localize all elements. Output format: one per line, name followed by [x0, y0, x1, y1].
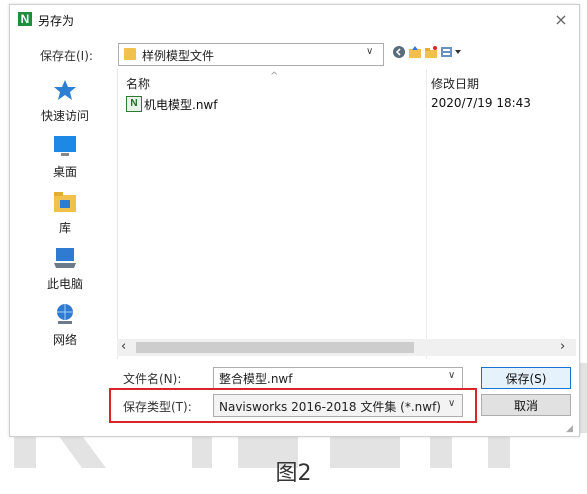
dialog-title: 另存为 — [38, 14, 75, 28]
file-row[interactable]: N 机电模型.nwf 2020/7/19 18:43 — [124, 95, 564, 113]
title-bar: N 另存为 × — [10, 5, 579, 35]
save-as-dialog: N 另存为 × 保存在(I): 样例模型文件 ∨ 快速访问 桌面 库 此电脑 网… — [9, 4, 580, 437]
file-name: 机电模型.nwf — [144, 98, 218, 112]
chevron-down-icon[interactable]: ∨ — [448, 370, 455, 381]
library-icon — [52, 191, 78, 213]
close-button[interactable]: × — [550, 9, 572, 31]
place-this-pc[interactable]: 此电脑 — [16, 245, 114, 301]
column-header-name[interactable]: 名称 — [126, 75, 150, 92]
scroll-left-icon[interactable]: ‹ — [121, 339, 126, 354]
resize-grip-icon[interactable]: ◢ — [566, 424, 573, 434]
place-library[interactable]: 库 — [16, 189, 114, 245]
place-label: 库 — [58, 221, 71, 235]
new-folder-icon[interactable] — [424, 45, 438, 62]
filename-input[interactable]: 整合模型.nwf ∨ — [213, 367, 463, 389]
scroll-right-icon[interactable]: › — [560, 339, 565, 354]
computer-icon — [52, 247, 78, 269]
folder-icon — [124, 48, 136, 60]
horizontal-scrollbar[interactable]: ‹ › — [117, 339, 576, 356]
place-label: 快速访问 — [40, 109, 89, 123]
place-quick-access[interactable]: 快速访问 — [16, 77, 114, 133]
file-date: 2020/7/19 18:43 — [431, 96, 531, 110]
back-icon[interactable] — [392, 45, 406, 62]
scrollbar-thumb[interactable] — [136, 342, 414, 353]
place-label: 桌面 — [52, 165, 77, 179]
annotation-highlight-box — [109, 388, 477, 423]
nwf-file-icon: N — [126, 96, 142, 112]
sort-ascending-icon: ^ — [270, 71, 279, 82]
view-menu-icon[interactable] — [440, 45, 462, 62]
places-bar: 快速访问 桌面 库 此电脑 网络 — [16, 69, 114, 347]
network-icon — [52, 303, 78, 325]
filename-value: 整合模型.nwf — [219, 372, 293, 386]
place-desktop[interactable]: 桌面 — [16, 133, 114, 189]
place-network[interactable]: 网络 — [16, 301, 114, 357]
save-in-value: 样例模型文件 — [142, 49, 215, 63]
cancel-button[interactable]: 取消 — [481, 394, 571, 416]
place-label: 此电脑 — [46, 277, 83, 291]
app-logo-icon: N — [18, 12, 32, 26]
save-in-combobox[interactable]: 样例模型文件 ∨ — [118, 43, 384, 66]
save-in-label: 保存在(I): — [40, 49, 93, 63]
filename-label: 文件名(N): — [123, 372, 182, 386]
file-list[interactable]: 名称 ^ 修改日期 N 机电模型.nwf 2020/7/19 18:43 — [117, 69, 577, 359]
star-icon — [52, 79, 78, 101]
column-header-date[interactable]: 修改日期 — [431, 75, 479, 92]
chevron-down-icon: ∨ — [366, 46, 374, 57]
figure-caption: 图2 — [275, 461, 312, 486]
up-folder-icon[interactable] — [408, 45, 422, 62]
desktop-icon — [52, 135, 78, 157]
place-label: 网络 — [52, 333, 77, 347]
save-button[interactable]: 保存(S) — [481, 367, 571, 389]
